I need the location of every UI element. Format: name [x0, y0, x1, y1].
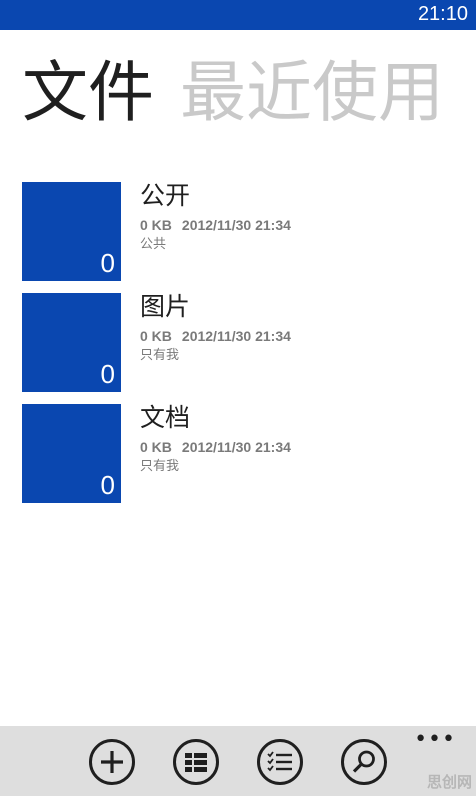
folder-size: 0 KB — [140, 217, 172, 233]
folder-sharing: 只有我 — [140, 348, 180, 363]
folder-info: 图片 0 KB 2012/11/30 21:34 只有我 — [140, 291, 291, 366]
folder-item-count: 0 — [100, 470, 115, 500]
list-select-icon — [257, 739, 303, 785]
folder-tile[interactable]: 0 — [22, 293, 121, 392]
pivot-tab-recent[interactable]: 最近使用 — [180, 52, 444, 134]
folder-meta: 0 KB 2012/11/30 21:34 — [140, 326, 291, 346]
folder-size: 0 KB — [140, 328, 172, 344]
search-icon — [341, 739, 387, 785]
pivot-header: 文件 最近使用 — [22, 52, 476, 134]
folder-item-count: 0 — [100, 359, 115, 389]
folder-name: 图片 — [140, 292, 191, 321]
add-button[interactable] — [88, 738, 136, 786]
folder-item-documents[interactable]: 0 文档 0 KB 2012/11/30 21:34 只有我 — [22, 402, 462, 515]
folder-item-count: 0 — [100, 248, 115, 278]
folder-date: 2012/11/30 21:34 — [181, 217, 291, 233]
add-icon — [89, 739, 135, 785]
folder-size: 0 KB — [140, 439, 172, 455]
tiles-view-icon — [173, 739, 219, 785]
clock-time: 21:10 — [417, 3, 468, 25]
search-button[interactable] — [340, 738, 388, 786]
folder-sharing: 公共 — [140, 237, 167, 252]
more-options-button[interactable]: ••• — [414, 729, 456, 751]
folder-info: 公开 0 KB 2012/11/30 21:34 公共 — [140, 180, 291, 255]
status-bar: 21:10 — [0, 0, 476, 30]
tiles-view-button[interactable] — [172, 738, 220, 786]
folder-info: 文档 0 KB 2012/11/30 21:34 只有我 — [140, 402, 291, 477]
app-bar: ••• 思创网 — [0, 726, 476, 796]
folder-sharing: 只有我 — [140, 459, 180, 474]
select-button[interactable] — [256, 738, 304, 786]
folder-meta: 0 KB 2012/11/30 21:34 — [140, 215, 291, 235]
folder-date: 2012/11/30 21:34 — [181, 439, 291, 455]
watermark-logo: 思创网 — [426, 773, 472, 791]
folder-name: 文档 — [140, 403, 191, 432]
folder-name: 公开 — [140, 181, 191, 210]
folder-tile[interactable]: 0 — [22, 182, 121, 281]
folder-tile[interactable]: 0 — [22, 404, 121, 503]
folder-item-public[interactable]: 0 公开 0 KB 2012/11/30 21:34 公共 — [22, 180, 462, 293]
pivot-tab-files[interactable]: 文件 — [22, 52, 154, 134]
folder-list: 0 公开 0 KB 2012/11/30 21:34 公共 0 图片 0 KB 20… — [22, 180, 462, 515]
folder-date: 2012/11/30 21:34 — [181, 328, 291, 344]
folder-meta: 0 KB 2012/11/30 21:34 — [140, 437, 291, 457]
folder-item-pictures[interactable]: 0 图片 0 KB 2012/11/30 21:34 只有我 — [22, 291, 462, 404]
